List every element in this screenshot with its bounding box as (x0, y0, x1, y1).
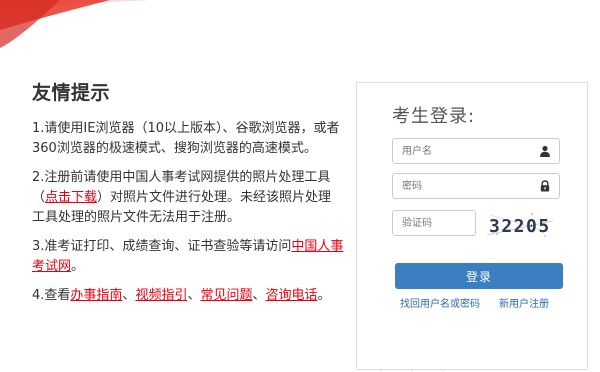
notice-text: 、 (252, 288, 266, 303)
notice-text: 、 (187, 288, 201, 303)
username-field (392, 138, 560, 164)
login-panel: 考生登录: 32205 登录 找回用户名或密码 新用户注册 (356, 82, 588, 370)
lock-icon (540, 180, 550, 192)
captcha-input[interactable] (393, 211, 475, 236)
download-tool-link[interactable]: 点击下载 (45, 190, 97, 205)
video-guide-link[interactable]: 视频指引 (135, 288, 187, 303)
find-account-link[interactable]: 找回用户名或密码 (400, 295, 480, 310)
register-link[interactable]: 新用户注册 (499, 295, 549, 310)
notice-item-browser: 1.请使用IE浏览器（10以上版本）、谷歌浏览器，或者360浏览器的极速模式、搜… (32, 121, 340, 156)
password-field (392, 173, 560, 199)
notice-text: 。 (71, 259, 85, 274)
login-button[interactable]: 登录 (395, 263, 563, 289)
notice-text: 、 (122, 288, 136, 303)
captcha-field (392, 210, 476, 236)
notice-item-photo-tool: 2.注册前请使用中国人事考试网提供的照片处理工具（点击下载）对照片文件进行处理。… (32, 168, 344, 228)
notice-text: 。 (317, 288, 331, 303)
login-title: 考生登录: (392, 106, 476, 127)
notice-item-admission: 3.准考证打印、成绩查询、证书查验等请访问中国人事考试网。 (32, 237, 344, 277)
notice-item-help: 4.查看办事指南、视频指引、常见问题、咨询电话。 (32, 286, 344, 306)
password-input[interactable] (393, 174, 559, 199)
captcha-text: 32205 (489, 216, 551, 237)
user-icon (540, 145, 550, 157)
faq-link[interactable]: 常见问题 (200, 288, 252, 303)
username-input[interactable] (393, 139, 559, 164)
notice-title: 友情提示 (32, 82, 111, 104)
notice-text: 3.准考证打印、成绩查询、证书查验等请访问 (32, 239, 292, 254)
notice-text: 4.查看 (32, 288, 71, 303)
guide-link[interactable]: 办事指南 (70, 288, 122, 303)
captcha-image[interactable]: 32205 (485, 208, 555, 240)
notice-section: 友情提示 1.请使用IE浏览器（10以上版本）、谷歌浏览器，或者360浏览器的极… (32, 78, 344, 315)
contact-phone-link[interactable]: 咨询电话 (266, 288, 318, 303)
